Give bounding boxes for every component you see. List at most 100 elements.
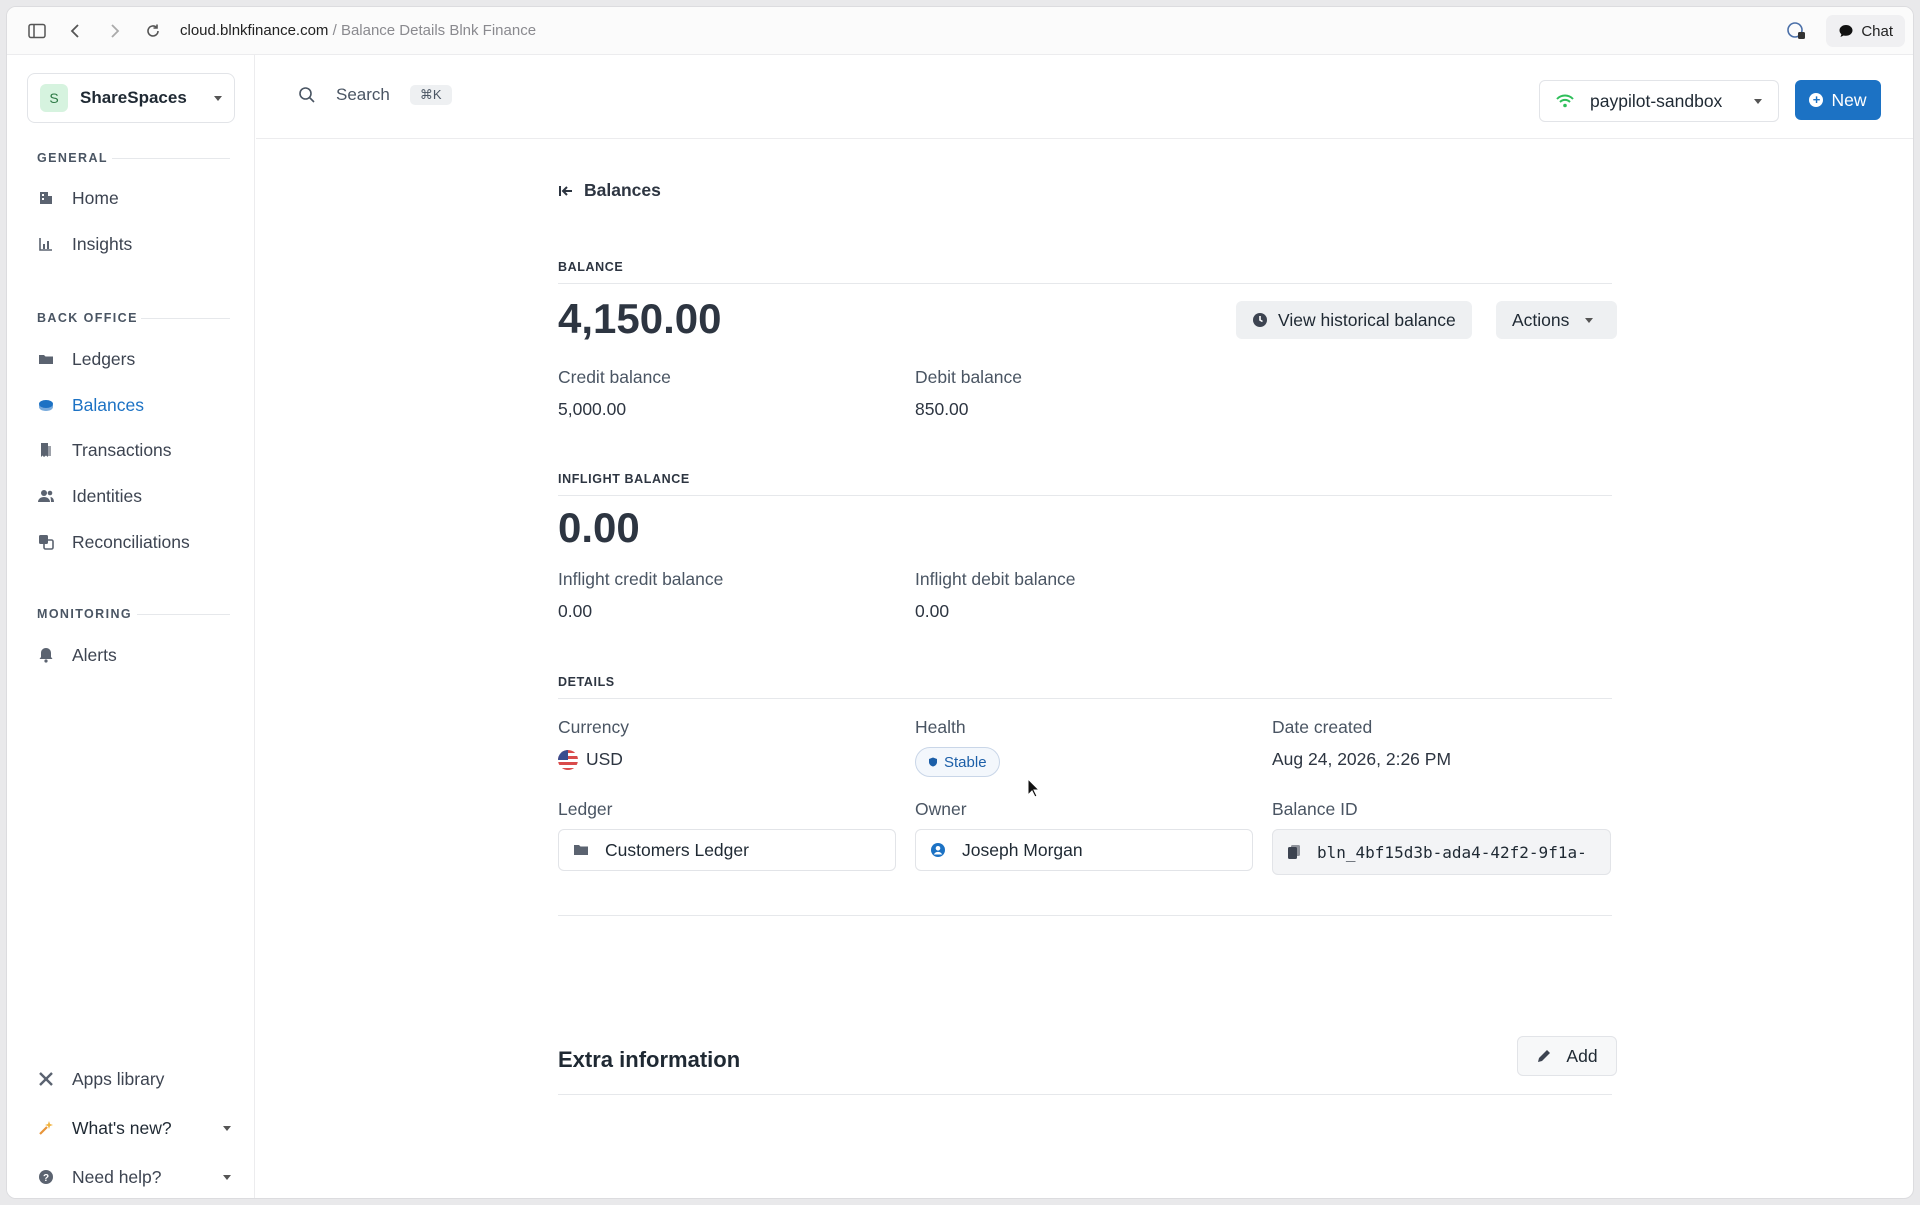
sidebar-item-reconciliations[interactable]: Reconciliations [37,524,237,560]
sidebar-need-help[interactable]: ? Need help? [37,1159,237,1195]
ledger-field[interactable]: Customers Ledger [558,829,896,871]
ledger-label: Ledger [558,799,613,819]
sidebar-item-ledgers[interactable]: Ledgers [37,341,237,377]
inflight-section-label: INFLIGHT BALANCE [558,472,690,486]
password-key-icon[interactable] [1785,20,1807,42]
main-content: Balances BALANCE 4,150.00 View historica… [256,140,1913,1198]
url-separator: / [328,22,341,39]
svg-text:?: ? [43,1173,49,1184]
view-historical-balance-button[interactable]: View historical balance [1236,301,1472,339]
sidebar-item-transactions[interactable]: Transactions [37,432,237,468]
actions-dropdown[interactable]: Actions [1496,301,1617,339]
forward-arrow-icon[interactable] [105,21,125,41]
extra-information-title: Extra information [558,1047,741,1072]
search-trigger[interactable]: Search ⌘K [298,85,452,105]
section-back-office: BACK OFFICE [37,311,230,325]
us-flag-icon [558,749,578,770]
copy-icon [37,533,55,551]
sidebar-item-label: Balances [72,394,144,415]
bell-icon [37,646,55,664]
sidebar-item-insights[interactable]: Insights [37,226,237,262]
coins-icon [37,396,55,414]
back-link-label: Balances [584,180,661,200]
divider [558,495,1612,496]
arrow-left-to-line-icon [559,185,572,196]
user-circle-icon [931,843,945,857]
add-label: Add [1566,1045,1598,1066]
owner-label: Owner [915,799,967,819]
balance-amount: 4,150.00 [558,295,722,342]
copy-icon[interactable] [1287,844,1301,860]
sidebar-toggle-icon[interactable] [27,21,47,41]
need-help-label: Need help? [72,1166,162,1187]
chat-button[interactable]: Chat [1826,15,1905,47]
sidebar-item-label: Reconciliations [72,531,190,552]
balance-id-field[interactable]: bln_4bf15d3b-ada4-42f2-9f1a- [1272,829,1611,875]
currency-label: Currency [558,717,629,737]
sidebar-item-label: Identities [72,485,143,506]
new-button[interactable]: + New [1795,80,1881,120]
sidebar: S ShareSpaces GENERAL Home Insights BACK… [7,55,255,1198]
sidebar-item-label: Transactions [72,439,172,460]
health-status-badge: Stable [915,747,1000,777]
sidebar-item-label: Insights [72,233,133,254]
users-icon [37,487,55,505]
clock-icon [1253,313,1267,327]
debit-balance-label: Debit balance [915,367,1023,387]
sidebar-item-label: Alerts [72,644,117,665]
section-monitoring: MONITORING [37,607,231,621]
back-to-balances-link[interactable]: Balances [558,180,661,201]
sidebar-item-home[interactable]: Home [37,180,237,216]
top-bar: Search ⌘K paypilot-sandbox + New [256,55,1913,139]
puzzle-icon [37,1070,55,1088]
address-bar[interactable]: cloud.blnkfinance.com / Balance Details … [180,22,536,39]
back-arrow-icon[interactable] [65,21,85,41]
view-historical-label: View historical balance [1278,309,1456,330]
environment-name: paypilot-sandbox [1590,90,1723,111]
workspace-name: ShareSpaces [80,88,187,107]
chat-bubble-icon [1839,25,1853,37]
plus-circle-icon: + [1809,93,1824,107]
chevron-down-icon [1754,98,1762,104]
owner-field[interactable]: Joseph Morgan [915,829,1253,871]
credit-balance-label: Credit balance [558,367,671,387]
browser-window: cloud.blnkfinance.com / Balance Details … [6,6,1914,1199]
chevron-down-icon [1585,317,1594,323]
divider [558,1094,1612,1095]
url-domain: cloud.blnkfinance.com [180,22,329,39]
environment-select[interactable]: paypilot-sandbox [1539,80,1779,122]
search-label: Search [336,85,390,104]
sidebar-item-balances[interactable]: Balances [37,387,237,423]
sidebar-apps-library[interactable]: Apps library [37,1061,237,1097]
divider [558,698,1612,699]
wifi-icon [1556,94,1574,108]
sparkle-icon [37,1119,55,1137]
workspace-switcher[interactable]: S ShareSpaces [27,73,235,123]
debit-balance-value: 850.00 [915,399,969,419]
sidebar-whats-new[interactable]: What's new? [37,1110,237,1146]
reload-icon[interactable] [143,21,163,41]
whats-new-label: What's new? [72,1117,172,1138]
inflight-credit-label: Inflight credit balance [558,569,724,589]
sidebar-item-identities[interactable]: Identities [37,478,237,514]
details-section-label: DETAILS [558,675,615,689]
workspace-avatar: S [40,84,68,112]
inflight-debit-label: Inflight debit balance [915,569,1076,589]
chevron-down-icon [223,1175,231,1180]
sidebar-item-alerts[interactable]: Alerts [37,637,237,673]
help-circle-icon: ? [37,1168,55,1186]
section-general: GENERAL [37,151,230,165]
apps-library-label: Apps library [72,1068,165,1089]
date-created-value: Aug 24, 2026, 2:26 PM [1272,749,1452,769]
pencil-icon [1538,1050,1551,1062]
new-button-label: New [1831,89,1867,110]
divider [558,915,1612,916]
balance-section-label: BALANCE [558,260,624,274]
bar-chart-icon [37,235,55,253]
add-extra-info-button[interactable]: Add [1517,1036,1617,1076]
receipt-icon [37,441,55,459]
shield-icon [929,757,937,767]
mouse-cursor-icon [1027,778,1041,798]
health-status: Stable [944,753,987,771]
divider [558,283,1612,284]
